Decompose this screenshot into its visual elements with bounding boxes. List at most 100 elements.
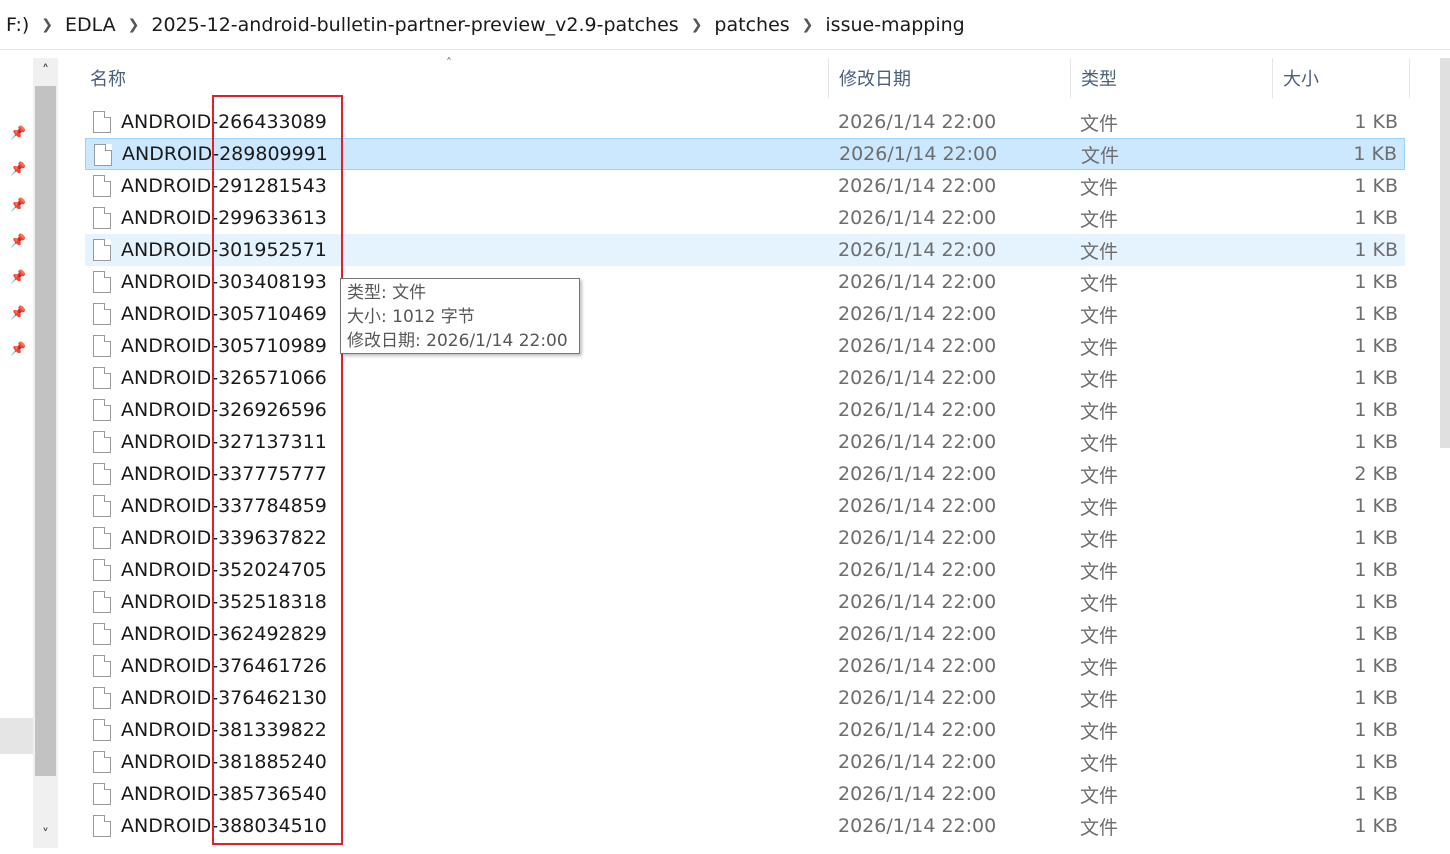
file-row[interactable]: ANDROID-339637822 2026/1/14 22:00 文件 1 KB bbox=[85, 522, 1405, 554]
file-name: ANDROID-337775777 bbox=[121, 463, 327, 485]
chevron-right-icon[interactable]: ❯ bbox=[796, 17, 820, 33]
file-row[interactable]: ANDROID-289809991 2026/1/14 22:00 文件 1 KB bbox=[85, 138, 1405, 170]
file-size: 1 KB bbox=[1354, 111, 1398, 133]
file-row[interactable]: ANDROID-376461726 2026/1/14 22:00 文件 1 KB bbox=[85, 650, 1405, 682]
file-row[interactable]: ANDROID-376462130 2026/1/14 22:00 文件 1 KB bbox=[85, 682, 1405, 714]
file-size: 1 KB bbox=[1354, 591, 1398, 613]
file-name: ANDROID-381885240 bbox=[121, 751, 327, 773]
file-icon bbox=[93, 783, 111, 805]
file-icon bbox=[93, 687, 111, 709]
chevron-down-icon[interactable]: ˅ bbox=[33, 822, 58, 848]
column-header-date[interactable]: 修改日期 bbox=[828, 58, 1070, 98]
column-header-size[interactable]: 大小 bbox=[1272, 58, 1410, 98]
file-type: 文件 bbox=[1080, 688, 1119, 711]
file-row[interactable]: ANDROID-326571066 2026/1/14 22:00 文件 1 KB bbox=[85, 362, 1405, 394]
file-type: 文件 bbox=[1081, 144, 1120, 167]
file-name: ANDROID-303408193 bbox=[121, 271, 327, 293]
nav-scrollbar[interactable]: ˄ ˅ bbox=[33, 58, 58, 848]
pin-icon[interactable]: 📌 bbox=[10, 270, 26, 286]
file-name: ANDROID-326926596 bbox=[121, 399, 327, 421]
file-row[interactable]: ANDROID-352024705 2026/1/14 22:00 文件 1 KB bbox=[85, 554, 1405, 586]
file-date: 2026/1/14 22:00 bbox=[839, 143, 998, 165]
file-type: 文件 bbox=[1080, 112, 1119, 135]
chevron-right-icon[interactable]: ❯ bbox=[685, 17, 709, 33]
file-size: 1 KB bbox=[1353, 143, 1397, 165]
file-date: 2026/1/14 22:00 bbox=[838, 111, 997, 133]
file-row[interactable]: ANDROID-337784859 2026/1/14 22:00 文件 1 KB bbox=[85, 490, 1405, 522]
breadcrumb-item-edla[interactable]: EDLA bbox=[59, 14, 122, 36]
chevron-right-icon[interactable]: ❯ bbox=[122, 17, 146, 33]
file-row[interactable]: ANDROID-303408193 2026/1/14 22:00 文件 1 KB bbox=[85, 266, 1405, 298]
chevron-up-icon[interactable]: ˄ bbox=[33, 58, 58, 84]
file-type: 文件 bbox=[1080, 176, 1119, 199]
file-type: 文件 bbox=[1080, 208, 1119, 231]
file-row[interactable]: ANDROID-381885240 2026/1/14 22:00 文件 1 KB bbox=[85, 746, 1405, 778]
nav-selected-item[interactable] bbox=[0, 718, 33, 754]
file-row[interactable]: ANDROID-352518318 2026/1/14 22:00 文件 1 KB bbox=[85, 586, 1405, 618]
file-row[interactable]: ANDROID-305710469 2026/1/14 22:00 文件 1 KB bbox=[85, 298, 1405, 330]
pin-icon[interactable]: 📌 bbox=[10, 126, 26, 142]
file-name: ANDROID-337784859 bbox=[121, 495, 327, 517]
file-type: 文件 bbox=[1080, 528, 1119, 551]
file-type: 文件 bbox=[1080, 272, 1119, 295]
file-icon bbox=[93, 463, 111, 485]
file-row[interactable]: ANDROID-299633613 2026/1/14 22:00 文件 1 KB bbox=[85, 202, 1405, 234]
file-date: 2026/1/14 22:00 bbox=[838, 175, 997, 197]
breadcrumb-item-patches[interactable]: patches bbox=[708, 14, 795, 36]
pin-icon[interactable]: 📌 bbox=[10, 162, 26, 178]
file-row[interactable]: ANDROID-326926596 2026/1/14 22:00 文件 1 KB bbox=[85, 394, 1405, 426]
file-date: 2026/1/14 22:00 bbox=[838, 303, 997, 325]
file-date: 2026/1/14 22:00 bbox=[838, 591, 997, 613]
file-name: ANDROID-339637822 bbox=[121, 527, 327, 549]
file-size: 1 KB bbox=[1354, 367, 1398, 389]
file-row[interactable]: ANDROID-381339822 2026/1/14 22:00 文件 1 KB bbox=[85, 714, 1405, 746]
file-row[interactable]: ANDROID-362492829 2026/1/14 22:00 文件 1 KB bbox=[85, 618, 1405, 650]
file-row[interactable]: ANDROID-388034510 2026/1/14 22:00 文件 1 KB bbox=[85, 810, 1405, 842]
file-row[interactable]: ANDROID-385736540 2026/1/14 22:00 文件 1 KB bbox=[85, 778, 1405, 810]
file-row[interactable]: ANDROID-266433089 2026/1/14 22:00 文件 1 KB bbox=[85, 106, 1405, 138]
breadcrumb-item-bulletin[interactable]: 2025-12-android-bulletin-partner-preview… bbox=[145, 14, 684, 36]
file-icon bbox=[93, 431, 111, 453]
breadcrumb-item-drive[interactable]: F:) bbox=[0, 14, 35, 36]
pin-icon[interactable]: 📌 bbox=[10, 198, 26, 214]
file-date: 2026/1/14 22:00 bbox=[838, 271, 997, 293]
file-icon bbox=[93, 815, 111, 837]
file-name: ANDROID-291281543 bbox=[121, 175, 327, 197]
file-size: 1 KB bbox=[1354, 207, 1398, 229]
file-row[interactable]: ANDROID-301952571 2026/1/14 22:00 文件 1 KB bbox=[85, 234, 1405, 266]
file-size: 1 KB bbox=[1354, 175, 1398, 197]
file-size: 1 KB bbox=[1354, 271, 1398, 293]
pin-icon[interactable]: 📌 bbox=[10, 342, 26, 358]
file-type: 文件 bbox=[1080, 656, 1119, 679]
file-icon bbox=[93, 399, 111, 421]
file-type: 文件 bbox=[1080, 336, 1119, 359]
file-list-scrollbar[interactable] bbox=[1440, 58, 1450, 448]
file-name: ANDROID-305710469 bbox=[121, 303, 327, 325]
file-type: 文件 bbox=[1080, 720, 1119, 743]
breadcrumb-item-issue-mapping[interactable]: issue-mapping bbox=[819, 14, 970, 36]
file-date: 2026/1/14 22:00 bbox=[838, 719, 997, 741]
pin-icon[interactable]: 📌 bbox=[10, 306, 26, 322]
file-name: ANDROID-381339822 bbox=[121, 719, 327, 741]
file-row[interactable]: ANDROID-337775777 2026/1/14 22:00 文件 2 KB bbox=[85, 458, 1405, 490]
file-row[interactable]: ANDROID-327137311 2026/1/14 22:00 文件 1 KB bbox=[85, 426, 1405, 458]
file-row[interactable]: ANDROID-305710989 2026/1/14 22:00 文件 1 KB bbox=[85, 330, 1405, 362]
file-name: ANDROID-376462130 bbox=[121, 687, 327, 709]
file-name: ANDROID-388034510 bbox=[121, 815, 327, 837]
pin-icon[interactable]: 📌 bbox=[10, 234, 26, 250]
column-header-name[interactable]: 名称 bbox=[58, 58, 828, 98]
file-row[interactable]: ANDROID-291281543 2026/1/14 22:00 文件 1 KB bbox=[85, 170, 1405, 202]
file-date: 2026/1/14 22:00 bbox=[838, 431, 997, 453]
scrollbar-thumb[interactable] bbox=[35, 86, 56, 776]
column-header-type[interactable]: 类型 bbox=[1070, 58, 1272, 98]
file-date: 2026/1/14 22:00 bbox=[838, 399, 997, 421]
file-icon bbox=[93, 303, 111, 325]
file-size: 1 KB bbox=[1354, 303, 1398, 325]
file-name: ANDROID-385736540 bbox=[121, 783, 327, 805]
file-icon bbox=[93, 271, 111, 293]
file-icon bbox=[93, 367, 111, 389]
chevron-right-icon[interactable]: ❯ bbox=[35, 17, 59, 33]
file-name: ANDROID-352024705 bbox=[121, 559, 327, 581]
file-size: 1 KB bbox=[1354, 527, 1398, 549]
file-date: 2026/1/14 22:00 bbox=[838, 207, 997, 229]
